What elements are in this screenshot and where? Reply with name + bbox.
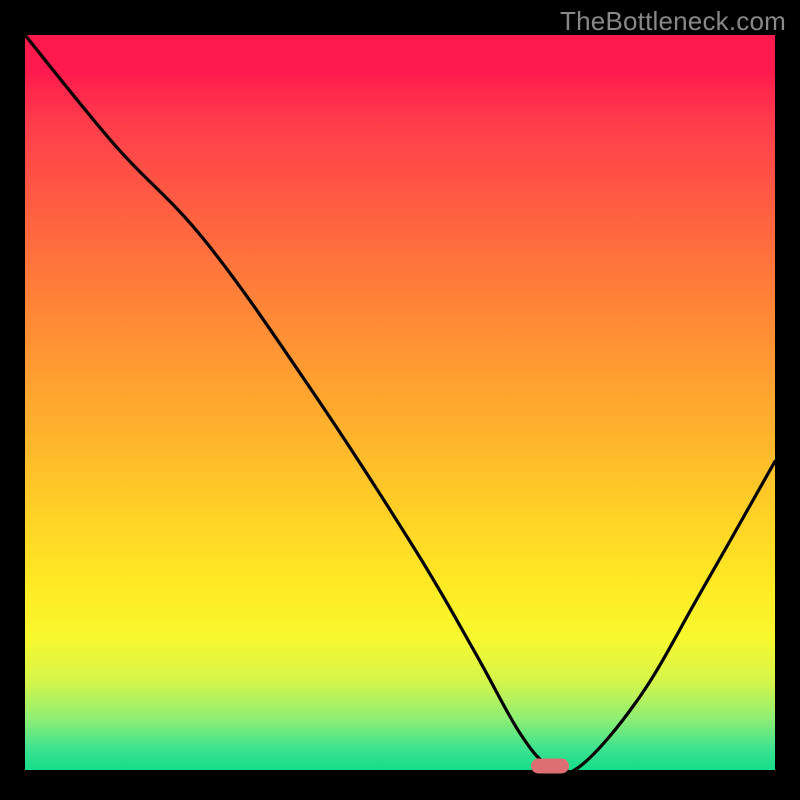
bottleneck-curve (25, 35, 775, 773)
chart-container: TheBottleneck.com (0, 0, 800, 800)
watermark-text: TheBottleneck.com (560, 6, 786, 37)
plot-area (25, 35, 775, 770)
curve-svg (25, 35, 775, 770)
optimal-point-marker (531, 759, 569, 774)
